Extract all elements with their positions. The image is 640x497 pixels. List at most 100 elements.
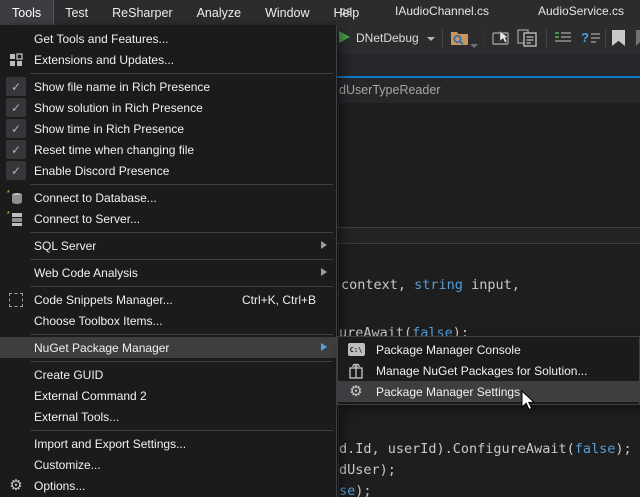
- menubar-resharper[interactable]: ReSharper: [100, 0, 184, 25]
- breadcrumb-bar: dUserTypeReader: [337, 78, 640, 103]
- menu-item-label: External Tools...: [34, 410, 119, 424]
- editor-band: [337, 228, 640, 244]
- code-keyword: string: [414, 277, 463, 293]
- format-indent-icon[interactable]: [553, 29, 573, 52]
- submenu-arrow-icon: [321, 343, 327, 351]
- run-config-label[interactable]: DNetDebug: [356, 31, 419, 45]
- nuget-submenu: C:\ Package Manager Console Manage NuGet…: [337, 336, 640, 405]
- menu-item-connect-to-database[interactable]: * Connect to Database...: [0, 187, 336, 208]
- menu-item-label: Package Manager Settings: [376, 385, 520, 399]
- menu-item-show-solution[interactable]: Show solution in Rich Presence: [0, 97, 336, 118]
- svg-text:*: *: [7, 190, 10, 197]
- toolbar-separator: [483, 29, 484, 47]
- tab-iaudiochannel[interactable]: IAudioChannel.cs: [395, 4, 489, 18]
- svg-text:*: *: [7, 211, 10, 218]
- toolbar-separator: [605, 29, 606, 47]
- menu-item-label: External Command 2: [34, 389, 147, 403]
- menu-item-web-code-analysis[interactable]: Web Code Analysis: [0, 262, 336, 283]
- checkbox-container: [5, 119, 27, 138]
- menu-item-reset-time[interactable]: Reset time when changing file: [0, 139, 336, 160]
- code-keyword: se: [339, 483, 355, 497]
- menu-item-label: Web Code Analysis: [34, 266, 138, 280]
- menu-item-nuget-package-manager[interactable]: NuGet Package Manager: [0, 337, 336, 358]
- menu-item-options[interactable]: Options...: [0, 475, 336, 496]
- menubar-window[interactable]: Window: [253, 0, 321, 25]
- editor-left-edge: [338, 103, 339, 497]
- menu-item-sql-server[interactable]: SQL Server: [0, 235, 336, 256]
- menu-item-label: Show time in Rich Presence: [34, 122, 184, 136]
- menu-item-label: Connect to Server...: [34, 212, 140, 226]
- paste-structure-icon[interactable]: [517, 29, 539, 52]
- checkbox-container: [5, 98, 27, 117]
- mouse-cursor: [521, 390, 537, 417]
- submenu-item-manage-nuget-packages[interactable]: Manage NuGet Packages for Solution...: [338, 360, 639, 381]
- checkbox-container: [5, 77, 27, 96]
- menu-item-enable-discord-presence[interactable]: Enable Discord Presence: [0, 160, 336, 181]
- menu-item-customize[interactable]: Customize...: [0, 454, 336, 475]
- submenu-item-package-manager-console[interactable]: C:\ Package Manager Console: [338, 339, 639, 360]
- server-icon: *: [5, 209, 27, 228]
- code-editor[interactable]: [337, 103, 640, 497]
- check-icon: [6, 161, 26, 180]
- menubar-analyze[interactable]: Analyze: [185, 0, 253, 25]
- gear-icon: [345, 382, 367, 401]
- vs-window: Tools Test ReSharper Analyze Window Help…: [0, 0, 640, 497]
- menu-item-connect-to-server[interactable]: * Connect to Server...: [0, 208, 336, 229]
- database-icon: *: [5, 188, 27, 207]
- menu-item-label: SQL Server: [34, 239, 96, 253]
- navigate-to-icon[interactable]: [492, 29, 512, 52]
- chevron-down-icon[interactable]: [427, 37, 435, 41]
- menu-item-show-time[interactable]: Show time in Rich Presence: [0, 118, 336, 139]
- tab-partial[interactable]: cs: [340, 4, 352, 18]
- tab-bar: [337, 54, 640, 76]
- menu-item-get-tools-and-features[interactable]: Get Tools and Features...: [0, 28, 336, 49]
- check-icon: [6, 98, 26, 117]
- menu-item-label: Reset time when changing file: [34, 143, 194, 157]
- package-icon: [345, 361, 367, 380]
- menu-item-label: Package Manager Console: [376, 343, 521, 357]
- menu-item-label: Manage NuGet Packages for Solution...: [376, 364, 587, 378]
- menubar-test[interactable]: Test: [53, 0, 100, 25]
- menu-item-label: Options...: [34, 479, 85, 493]
- code-text: d.Id, userId).ConfigureAwait(: [339, 441, 575, 457]
- check-icon: [6, 77, 26, 96]
- menu-item-label: Extensions and Updates...: [34, 53, 174, 67]
- menu-item-show-file-name[interactable]: Show file name in Rich Presence: [0, 76, 336, 97]
- menu-item-extensions-and-updates[interactable]: Extensions and Updates...: [0, 49, 336, 70]
- overflow-chevron-icon[interactable]: [470, 44, 478, 48]
- check-icon: [6, 119, 26, 138]
- menu-item-label: Code Snippets Manager...: [34, 293, 173, 307]
- code-text: input,: [463, 277, 520, 293]
- run-play-icon[interactable]: [339, 31, 350, 43]
- breadcrumb[interactable]: dUserTypeReader: [339, 83, 440, 97]
- menu-item-label: Create GUID: [34, 368, 103, 382]
- menu-item-external-command-2[interactable]: External Command 2: [0, 385, 336, 406]
- code-keyword: false: [575, 441, 616, 457]
- checkbox-container: [5, 140, 27, 159]
- menubar-tools[interactable]: Tools: [0, 0, 53, 25]
- menu-item-import-export-settings[interactable]: Import and Export Settings...: [0, 433, 336, 454]
- editor-rule: [337, 243, 640, 244]
- svg-text:?: ?: [581, 30, 589, 45]
- menu-item-choose-toolbox-items[interactable]: Choose Toolbox Items...: [0, 310, 336, 331]
- menu-item-label: Show solution in Rich Presence: [34, 101, 203, 115]
- menu-item-label: NuGet Package Manager: [34, 341, 169, 355]
- code-line: dUser);: [339, 462, 396, 478]
- extensions-icon: [5, 50, 27, 69]
- help-lines-icon[interactable]: ?: [580, 29, 602, 52]
- code-text: dUser);: [339, 462, 396, 478]
- code-line: se);: [339, 483, 372, 497]
- submenu-item-package-manager-settings[interactable]: Package Manager Settings: [338, 381, 639, 402]
- tab-audioservice[interactable]: AudioService.cs: [538, 4, 624, 18]
- check-icon: [6, 140, 26, 159]
- menu-item-external-tools[interactable]: External Tools...: [0, 406, 336, 427]
- menu-item-label: Customize...: [34, 458, 101, 472]
- menu-item-label: Enable Discord Presence: [34, 164, 169, 178]
- menu-item-create-guid[interactable]: Create GUID: [0, 364, 336, 385]
- menu-item-code-snippets-manager[interactable]: Code Snippets Manager... Ctrl+K, Ctrl+B: [0, 289, 336, 310]
- menu-item-label: Show file name in Rich Presence: [34, 80, 210, 94]
- find-in-files-icon[interactable]: [450, 29, 469, 51]
- checkbox-container: [5, 161, 27, 180]
- submenu-arrow-icon: [321, 268, 327, 276]
- menu-item-shortcut: Ctrl+K, Ctrl+B: [242, 293, 316, 307]
